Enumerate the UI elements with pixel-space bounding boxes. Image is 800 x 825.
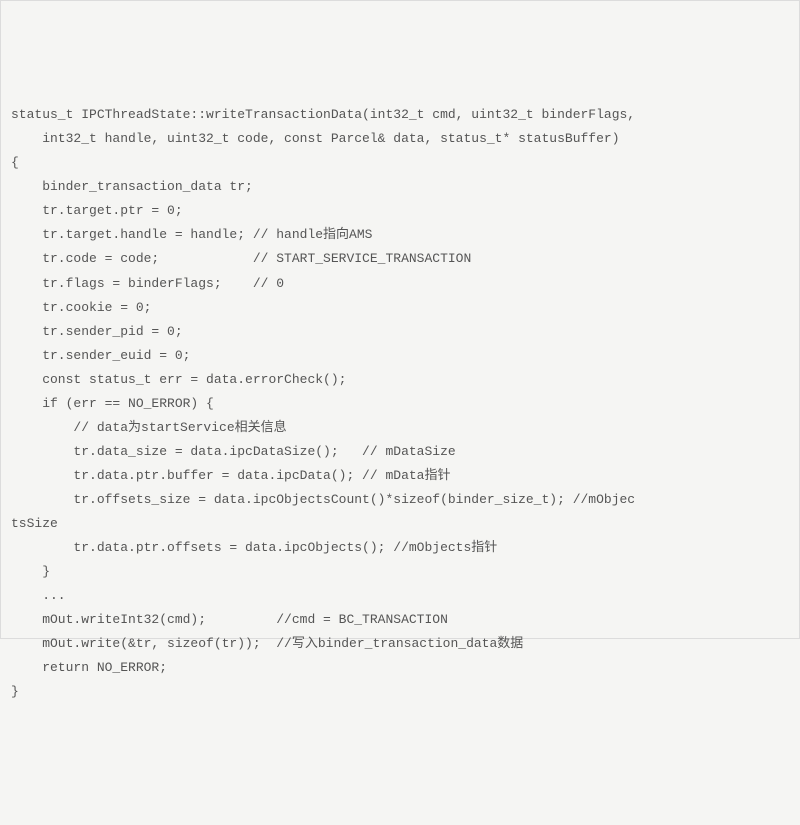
code-line: // data为startService相关信息 [11,416,789,440]
code-line: tr.offsets_size = data.ipcObjectsCount()… [11,488,789,512]
code-line: tr.code = code; // START_SERVICE_TRANSAC… [11,247,789,271]
code-line: binder_transaction_data tr; [11,175,789,199]
code-block: status_t IPCThreadState::writeTransactio… [11,103,789,704]
code-line: if (err == NO_ERROR) { [11,392,789,416]
code-line: tr.data.ptr.offsets = data.ipcObjects();… [11,536,789,560]
code-line: ... [11,584,789,608]
code-line: status_t IPCThreadState::writeTransactio… [11,103,789,127]
code-line: int32_t handle, uint32_t code, const Par… [11,127,789,151]
code-line: tr.flags = binderFlags; // 0 [11,272,789,296]
code-line: tr.target.handle = handle; // handle指向AM… [11,223,789,247]
code-line: tr.data.ptr.buffer = data.ipcData(); // … [11,464,789,488]
code-line: return NO_ERROR; [11,656,789,680]
code-line: const status_t err = data.errorCheck(); [11,368,789,392]
code-line: tr.cookie = 0; [11,296,789,320]
code-line: { [11,151,789,175]
code-line: tr.sender_pid = 0; [11,320,789,344]
code-line: mOut.writeInt32(cmd); //cmd = BC_TRANSAC… [11,608,789,632]
code-line: tr.target.ptr = 0; [11,199,789,223]
code-line: tr.data_size = data.ipcDataSize(); // mD… [11,440,789,464]
code-line: } [11,680,789,704]
code-line: tsSize [11,512,789,536]
code-line: mOut.write(&tr, sizeof(tr)); //写入binder_… [11,632,789,656]
code-line: tr.sender_euid = 0; [11,344,789,368]
code-line: } [11,560,789,584]
